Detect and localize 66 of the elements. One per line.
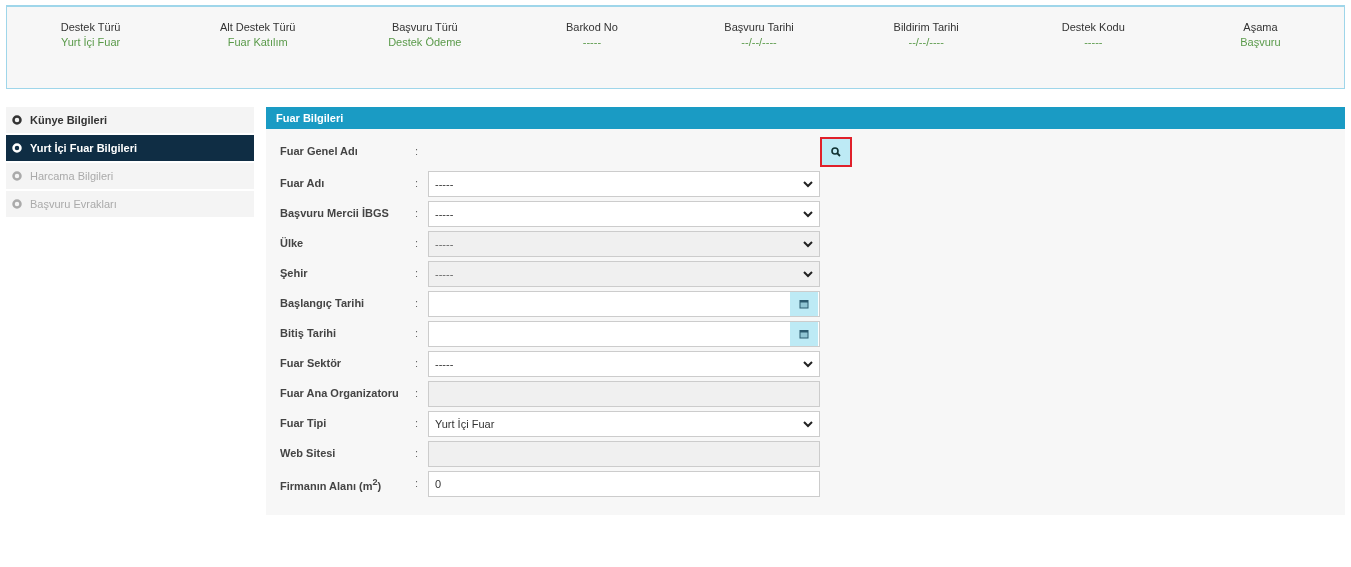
colon: : <box>415 266 420 279</box>
field-label: Web Sitesi <box>280 446 337 459</box>
date-field[interactable] <box>428 321 820 347</box>
calendar-button[interactable] <box>790 322 818 346</box>
colon: : <box>415 356 420 369</box>
search-icon <box>831 147 841 157</box>
colon: : <box>415 236 420 249</box>
field-label: Başlangıç Tarihi <box>280 296 366 309</box>
search-button[interactable] <box>820 137 852 167</box>
summary-value: --/--/---- <box>908 36 944 48</box>
field-label: Firmanın Alanı (m$^{2}$) <box>280 476 383 492</box>
calendar-icon <box>799 299 809 309</box>
field-label: Fuar Adı <box>280 176 326 189</box>
sidebar-item[interactable]: Künye Bilgileri <box>6 107 254 133</box>
field-label: Fuar Genel Adı <box>280 144 359 157</box>
colon: : <box>415 206 420 219</box>
select-field[interactable]: ----- <box>428 351 820 377</box>
summary-value: Yurt İçi Fuar <box>60 36 121 48</box>
summary-label: Başvuru Tarihi <box>724 21 794 33</box>
field-label: Şehir <box>280 266 309 279</box>
chevron-down-icon <box>803 240 813 248</box>
circle-icon <box>12 171 22 181</box>
calendar-button[interactable] <box>790 292 818 316</box>
colon: : <box>415 386 420 399</box>
summary-label: Alt Destek Türü <box>219 21 296 33</box>
colon: : <box>415 326 420 339</box>
circle-icon <box>12 143 22 153</box>
summary-value: ----- <box>1084 36 1103 48</box>
chevron-down-icon <box>803 180 813 188</box>
chevron-down-icon <box>803 360 813 368</box>
colon: : <box>415 176 420 189</box>
summary-label: Destek Türü <box>60 21 121 33</box>
summary-value: Destek Ödeme <box>388 36 462 48</box>
field-label: Bitiş Tarihi <box>280 326 338 339</box>
calendar-icon <box>799 329 809 339</box>
field-label: Fuar Ana Organizatoru <box>280 386 400 399</box>
chevron-down-icon <box>803 210 813 218</box>
summary-label: Başvuru Türü <box>391 21 458 33</box>
select-field[interactable]: ----- <box>428 201 820 227</box>
summary-value: ----- <box>582 36 602 48</box>
summary-value: Başvuru <box>1240 36 1281 48</box>
summary-label: Aşama <box>1243 21 1278 33</box>
summary-label: Destek Kodu <box>1061 21 1125 33</box>
section-title: Fuar Bilgileri <box>266 107 1345 129</box>
summary-value: Fuar Katılım <box>227 36 288 48</box>
summary-label: Bildirim Tarihi <box>893 21 959 33</box>
select-field[interactable]: Yurt İçi Fuar <box>428 411 820 437</box>
circle-icon <box>12 115 22 125</box>
field-label: Fuar Tipi <box>280 416 328 429</box>
select-field[interactable]: ----- <box>428 171 820 197</box>
date-field[interactable] <box>428 291 820 317</box>
colon: : <box>415 296 420 309</box>
summary-value: --/--/---- <box>741 36 777 48</box>
field-label: Fuar Sektör <box>280 356 343 369</box>
summary-label: Barkod No <box>565 21 618 33</box>
field-label: Başvuru Mercii İBGS <box>280 206 390 219</box>
chevron-down-icon <box>803 420 813 428</box>
colon: : <box>415 144 420 157</box>
colon: : <box>415 476 420 489</box>
circle-icon <box>12 199 22 209</box>
input-field[interactable]: 0 <box>428 471 820 497</box>
field-label: Ülke <box>280 236 305 249</box>
sidebar-item[interactable]: Yurt İçi Fuar Bilgileri <box>6 135 254 161</box>
colon: : <box>415 416 420 429</box>
chevron-down-icon <box>803 270 813 278</box>
colon: : <box>415 446 420 459</box>
